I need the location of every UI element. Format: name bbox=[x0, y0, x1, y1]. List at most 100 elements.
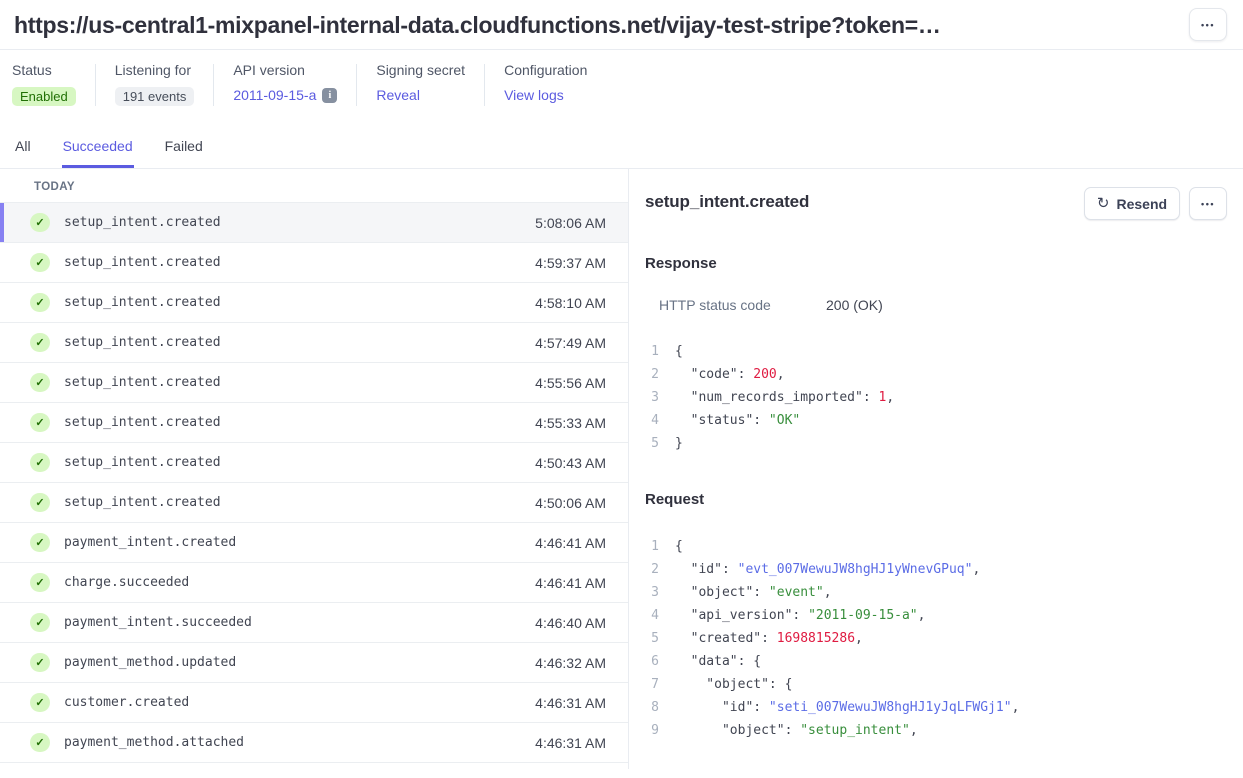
http-status-value: 200 (OK) bbox=[826, 297, 883, 313]
line-number: 5 bbox=[645, 432, 659, 455]
line-number: 4 bbox=[645, 604, 659, 627]
list-item[interactable]: ✓setup_intent.created5:08:06 AM bbox=[0, 203, 628, 243]
success-check-icon: ✓ bbox=[30, 373, 50, 392]
event-name: customer.created bbox=[64, 695, 189, 710]
line-number: 3 bbox=[645, 386, 659, 409]
line-number: 7 bbox=[645, 673, 659, 696]
code-line: 2 "code": 200, bbox=[645, 363, 1227, 386]
success-check-icon: ✓ bbox=[30, 573, 50, 592]
event-filter-tabs: All Succeeded Failed bbox=[0, 122, 1243, 169]
refresh-icon: ↻ bbox=[1097, 194, 1110, 212]
resend-button[interactable]: ↻ Resend bbox=[1084, 187, 1180, 220]
header-overflow-button[interactable]: ••• bbox=[1189, 8, 1227, 41]
tab-all[interactable]: All bbox=[14, 130, 32, 168]
divider bbox=[213, 64, 214, 106]
code-text: "object": "event", bbox=[675, 581, 832, 604]
tab-succeeded[interactable]: Succeeded bbox=[62, 130, 134, 168]
code-line: 7 "object": { bbox=[645, 673, 1227, 696]
divider bbox=[356, 64, 357, 106]
line-number: 6 bbox=[645, 650, 659, 673]
list-item[interactable]: ✓customer.created4:46:31 AM bbox=[0, 683, 628, 723]
list-item[interactable]: ✓payment_method.attached4:46:31 AM bbox=[0, 723, 628, 763]
list-item[interactable]: ✓setup_intent.created4:55:33 AM bbox=[0, 403, 628, 443]
list-item[interactable]: ✓setup_intent.created4:58:10 AM bbox=[0, 283, 628, 323]
ellipsis-icon: ••• bbox=[1201, 199, 1215, 209]
code-line: 3 "object": "event", bbox=[645, 581, 1227, 604]
code-line: 4 "api_version": "2011-09-15-a", bbox=[645, 604, 1227, 627]
info-icon[interactable]: i bbox=[322, 88, 337, 103]
list-item[interactable]: ✓setup_intent.created4:55:56 AM bbox=[0, 363, 628, 403]
event-time: 4:55:33 AM bbox=[535, 415, 606, 431]
request-code-block: 1{2 "id": "evt_007WewuJW8hgHJ1yWnevGPuq"… bbox=[645, 535, 1227, 742]
event-time: 4:46:31 AM bbox=[535, 735, 606, 751]
success-check-icon: ✓ bbox=[30, 613, 50, 632]
line-number: 8 bbox=[645, 696, 659, 719]
event-name: setup_intent.created bbox=[64, 455, 221, 470]
ellipsis-icon: ••• bbox=[1201, 20, 1215, 30]
request-section-heading: Request bbox=[645, 491, 1227, 508]
http-status-label: HTTP status code bbox=[659, 297, 826, 313]
list-item[interactable]: ✓setup_intent.created4:50:06 AM bbox=[0, 483, 628, 523]
event-detail-title: setup_intent.created bbox=[645, 187, 809, 212]
list-item[interactable]: ✓setup_intent.created4:50:43 AM bbox=[0, 443, 628, 483]
code-line: 3 "num_records_imported": 1, bbox=[645, 386, 1227, 409]
configuration-column: Configuration View logs bbox=[504, 62, 587, 103]
event-name: payment_intent.succeeded bbox=[64, 615, 252, 630]
listening-for-column: Listening for 191 events bbox=[115, 62, 195, 106]
events-count-badge: 191 events bbox=[115, 87, 195, 106]
detail-overflow-button[interactable]: ••• bbox=[1189, 187, 1227, 220]
event-name: setup_intent.created bbox=[64, 495, 221, 510]
event-time: 4:59:37 AM bbox=[535, 255, 606, 271]
api-version-value[interactable]: 2011-09-15-a bbox=[233, 87, 316, 103]
reveal-link[interactable]: Reveal bbox=[376, 87, 465, 103]
success-check-icon: ✓ bbox=[30, 213, 50, 232]
page-header: https://us-central1-mixpanel-internal-da… bbox=[0, 0, 1243, 50]
event-name: setup_intent.created bbox=[64, 215, 221, 230]
main-content: TODAY ✓setup_intent.created5:08:06 AM✓se… bbox=[0, 169, 1243, 769]
event-list-pane: TODAY ✓setup_intent.created5:08:06 AM✓se… bbox=[0, 169, 629, 769]
code-text: "id": "seti_007WewuJW8hgHJ1yJqLFWGj1", bbox=[675, 696, 1019, 719]
code-text: "data": { bbox=[675, 650, 761, 673]
divider bbox=[484, 64, 485, 106]
http-status-row: HTTP status code 200 (OK) bbox=[645, 297, 1227, 313]
success-check-icon: ✓ bbox=[30, 293, 50, 312]
list-item[interactable]: ✓setup_intent.created4:59:37 AM bbox=[0, 243, 628, 283]
event-time: 4:46:40 AM bbox=[535, 615, 606, 631]
code-line: 8 "id": "seti_007WewuJW8hgHJ1yJqLFWGj1", bbox=[645, 696, 1227, 719]
code-text: "object": "setup_intent", bbox=[675, 719, 918, 742]
list-item[interactable]: ✓charge.succeeded4:46:41 AM bbox=[0, 563, 628, 603]
code-text: { bbox=[675, 340, 683, 363]
line-number: 2 bbox=[645, 363, 659, 386]
success-check-icon: ✓ bbox=[30, 533, 50, 552]
date-group-header: TODAY bbox=[0, 169, 628, 203]
success-check-icon: ✓ bbox=[30, 253, 50, 272]
line-number: 1 bbox=[645, 535, 659, 558]
event-time: 4:46:41 AM bbox=[535, 535, 606, 551]
code-line: 5 "created": 1698815286, bbox=[645, 627, 1227, 650]
code-line: 6 "data": { bbox=[645, 650, 1227, 673]
event-time: 4:57:49 AM bbox=[535, 335, 606, 351]
success-check-icon: ✓ bbox=[30, 733, 50, 752]
line-number: 1 bbox=[645, 340, 659, 363]
list-item[interactable]: ✓setup_intent.created4:57:49 AM bbox=[0, 323, 628, 363]
code-line: 9 "object": "setup_intent", bbox=[645, 719, 1227, 742]
line-number: 9 bbox=[645, 719, 659, 742]
list-item[interactable]: ✓payment_intent.created4:46:41 AM bbox=[0, 523, 628, 563]
success-check-icon: ✓ bbox=[30, 493, 50, 512]
code-text: "status": "OK" bbox=[675, 409, 800, 432]
code-line: 1{ bbox=[645, 535, 1227, 558]
list-item[interactable]: ✓ payment_intent.succeeded 4:46:40 AM bbox=[0, 603, 628, 643]
event-name: payment_method.updated bbox=[64, 655, 236, 670]
code-line: 5} bbox=[645, 432, 1227, 455]
status-badge: Enabled bbox=[12, 87, 76, 106]
resend-button-label: Resend bbox=[1116, 196, 1167, 212]
event-time: 4:55:56 AM bbox=[535, 375, 606, 391]
signing-secret-label: Signing secret bbox=[376, 62, 465, 78]
view-logs-link[interactable]: View logs bbox=[504, 87, 587, 103]
signing-secret-column: Signing secret Reveal bbox=[376, 62, 465, 103]
code-line: 4 "status": "OK" bbox=[645, 409, 1227, 432]
line-number: 3 bbox=[645, 581, 659, 604]
event-rows: ✓setup_intent.created5:08:06 AM✓setup_in… bbox=[0, 203, 628, 763]
tab-failed[interactable]: Failed bbox=[164, 130, 204, 168]
list-item[interactable]: ✓payment_method.updated4:46:32 AM bbox=[0, 643, 628, 683]
